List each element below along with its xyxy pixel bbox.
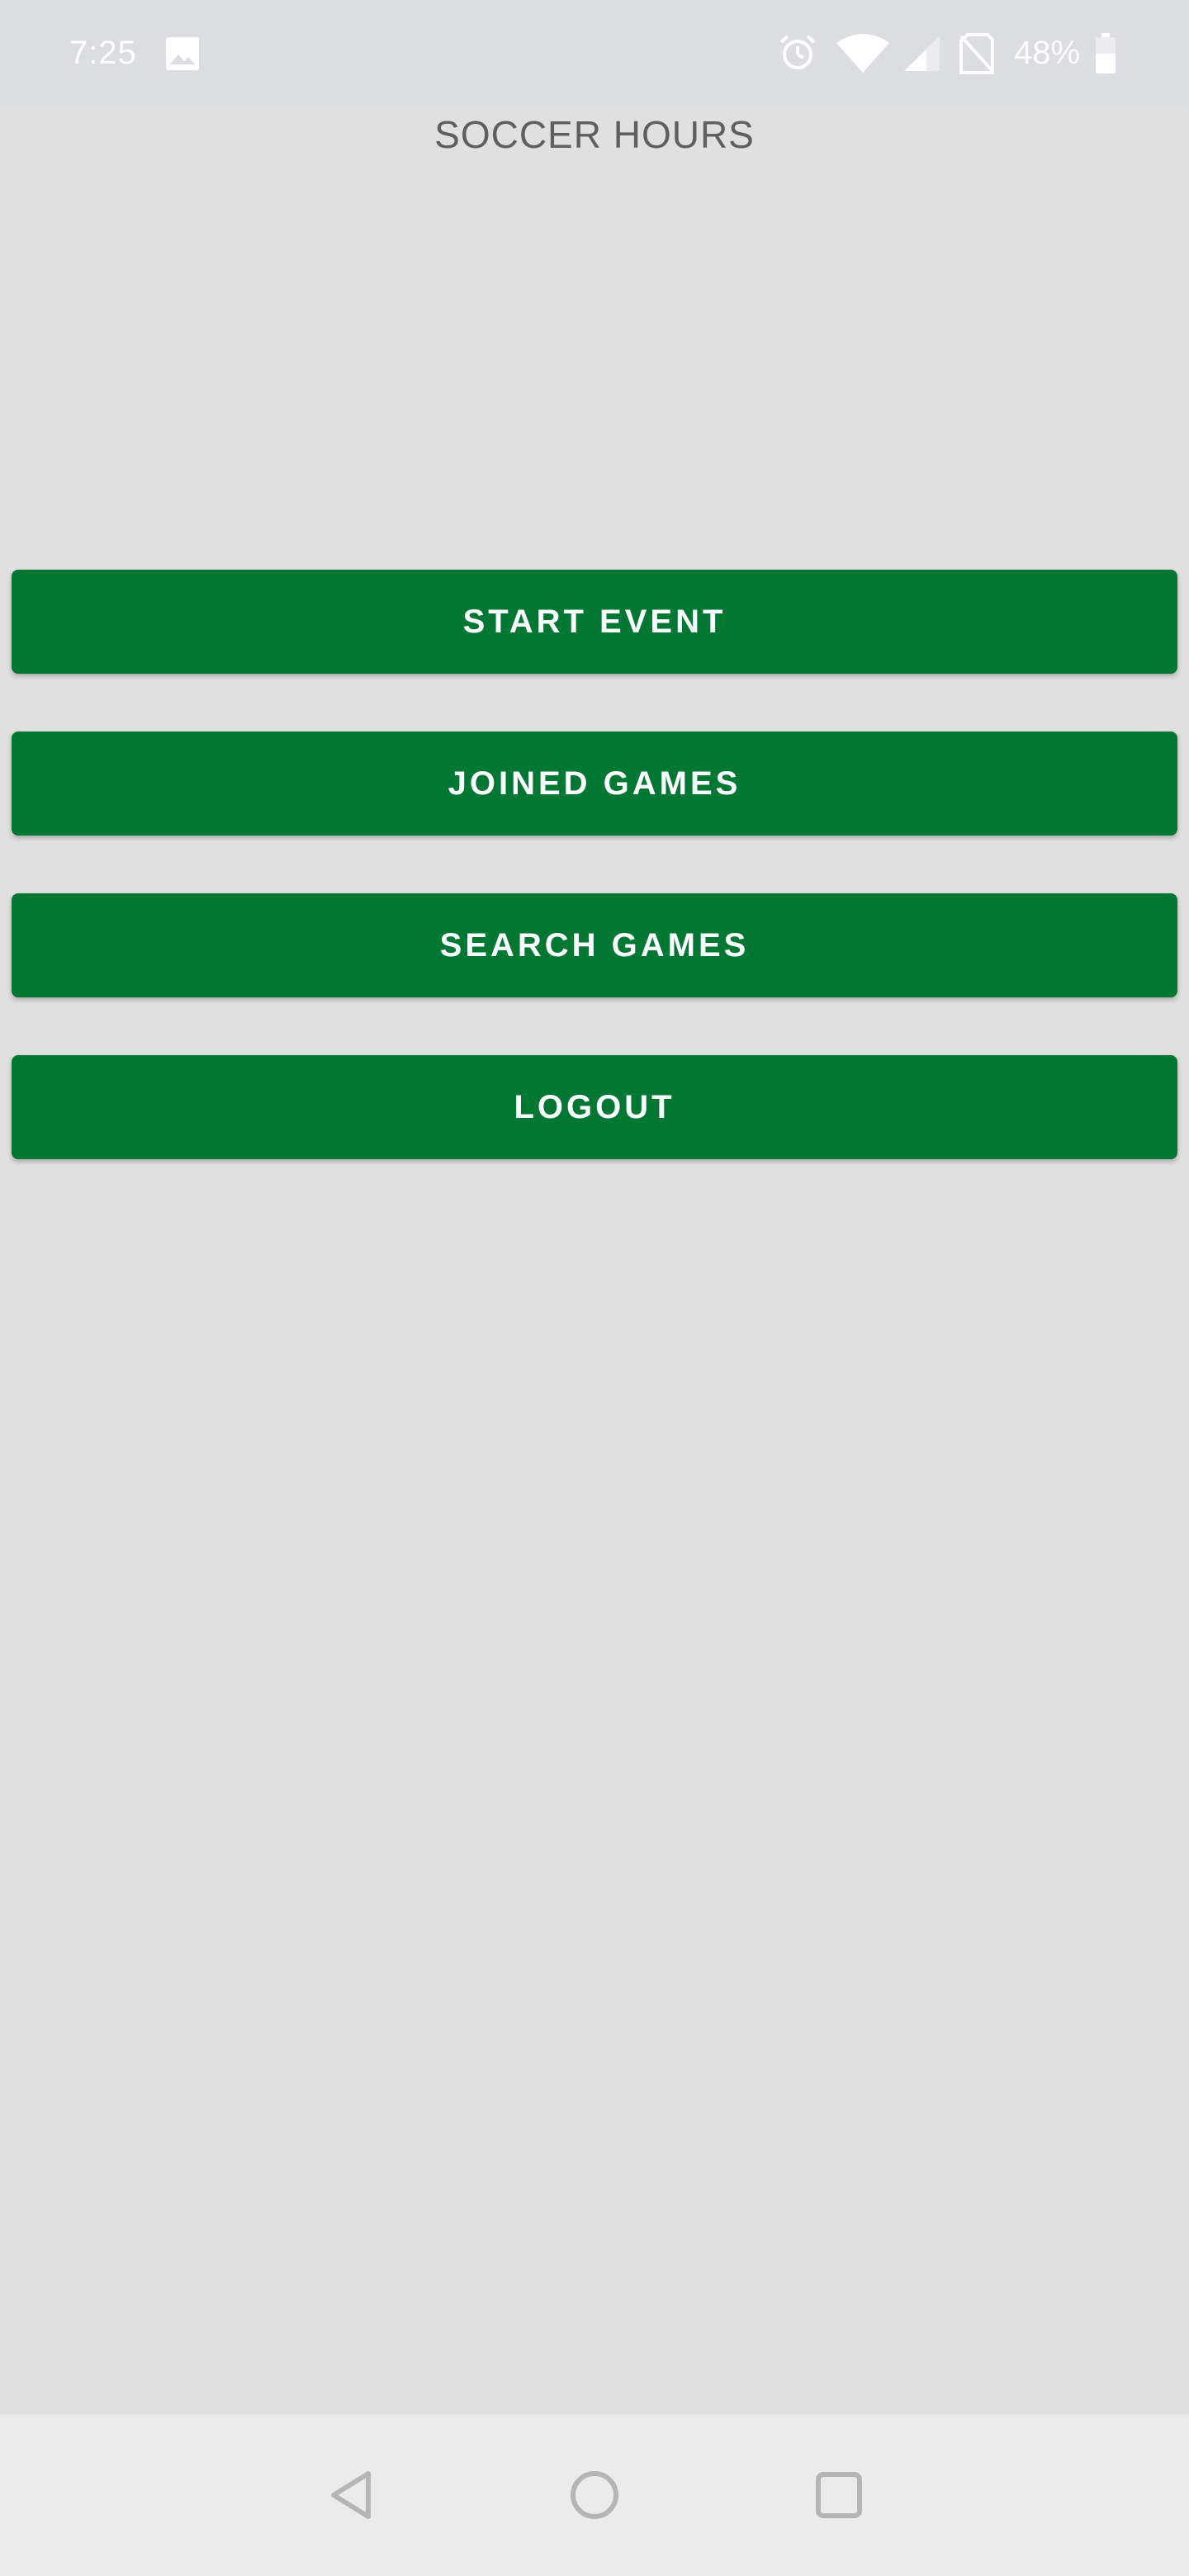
recents-button[interactable] xyxy=(781,2414,897,2576)
start-event-button[interactable]: START EVENT xyxy=(12,570,1177,674)
page-title: SOCCER HOURS xyxy=(434,113,755,156)
wifi-icon xyxy=(836,34,889,73)
no-sim-icon xyxy=(959,33,994,74)
logout-button[interactable]: LOGOUT xyxy=(12,1055,1177,1159)
status-bar: 7:25 48% xyxy=(0,0,1189,106)
signal-icon xyxy=(903,36,940,71)
battery-icon xyxy=(1096,33,1116,73)
navigation-bar xyxy=(0,2414,1189,2576)
image-icon xyxy=(166,37,199,70)
alarm-icon xyxy=(779,35,816,69)
home-button[interactable] xyxy=(537,2414,652,2576)
recents-icon xyxy=(816,2472,862,2518)
search-games-button[interactable]: SEARCH GAMES xyxy=(12,893,1177,997)
status-time: 7:25 xyxy=(69,35,137,71)
back-button[interactable] xyxy=(294,2414,410,2576)
back-icon xyxy=(331,2471,371,2519)
home-icon xyxy=(571,2471,618,2519)
battery-percent: 48% xyxy=(1014,35,1081,71)
joined-games-button[interactable]: JOINED GAMES xyxy=(12,732,1177,836)
